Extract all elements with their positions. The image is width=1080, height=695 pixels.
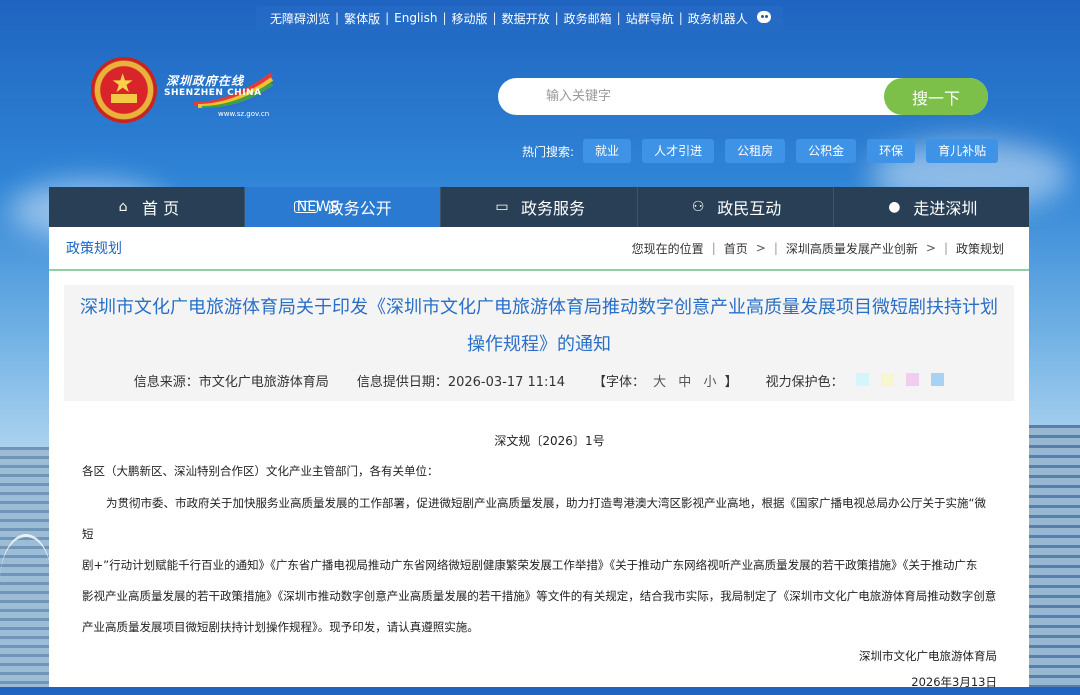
nav-label: 政民互动 bbox=[717, 199, 782, 218]
info-date: 信息提供日期：2026-03-17 11:14 bbox=[356, 375, 565, 390]
chat-icon: ● bbox=[888, 199, 901, 215]
eye-protect: 视力保护色： bbox=[766, 371, 945, 390]
monitor-icon: ▭ bbox=[495, 199, 509, 215]
font-medium[interactable]: 中 bbox=[678, 375, 691, 390]
brand-en: SHENZHEN CHINA bbox=[164, 88, 262, 98]
nav-label: 政务服务 bbox=[521, 199, 586, 218]
breadcrumb: 您现在的位置 | 首页 > | 深圳高质量发展产业创新 > | 政策规划 bbox=[631, 240, 1004, 257]
national-emblem-logo[interactable]: ★ bbox=[91, 57, 157, 127]
hot-tag[interactable]: 环保 bbox=[867, 139, 916, 163]
nav-gov-services[interactable]: ▭ 政务服务 bbox=[441, 187, 638, 227]
hot-tag[interactable]: 育儿补贴 bbox=[926, 139, 999, 163]
section-header: 政策规划 您现在的位置 | 首页 > | 深圳高质量发展产业创新 > | 政策规划 bbox=[49, 227, 1029, 271]
people-icon: ⚇ bbox=[691, 199, 705, 215]
nav-label: 首 页 bbox=[142, 199, 180, 218]
robot-icon[interactable] bbox=[755, 10, 773, 26]
site-logo[interactable]: 深圳政府在线 SHENZHEN CHINA www.sz.gov.cn bbox=[162, 66, 280, 122]
eye-color-swatch[interactable] bbox=[906, 373, 920, 386]
hot-tag[interactable]: 就业 bbox=[583, 139, 632, 163]
article-meta: 信息来源：市文化广电旅游体育局 信息提供日期：2026-03-17 11:14 … bbox=[64, 371, 1014, 390]
background-building bbox=[1028, 425, 1080, 687]
nav-about-shenzhen[interactable]: ● 走进深圳 bbox=[834, 187, 1029, 227]
background-bridge bbox=[0, 534, 52, 627]
body-line: 产业高质量发展项目微短剧扶持计划操作规程》。现予印发，请认真遵照实施。 bbox=[82, 620, 479, 634]
link-robot[interactable]: 政务机器人 bbox=[684, 10, 752, 27]
link-english[interactable]: English bbox=[390, 11, 441, 25]
addressee: 各区（大鹏新区、深汕特别合作区）文化产业主管部门，各有关单位： bbox=[82, 464, 439, 478]
link-mobile[interactable]: 移动版 bbox=[448, 10, 492, 27]
search-box: 搜一下 bbox=[498, 78, 988, 115]
top-links-bar: 无障碍浏览 | 繁体版 | English | 移动版 | 数据开放 | 政务邮箱 | 站群… bbox=[256, 6, 783, 30]
article-body: 深文规〔2026〕1号 各区（大鹏新区、深汕特别合作区）文化产业主管部门，各有关… bbox=[82, 432, 997, 695]
nav-gov-affairs-open[interactable]: NEWS 政务公开 bbox=[245, 187, 442, 227]
font-large[interactable]: 大 bbox=[653, 375, 666, 390]
body-line: 影视产业高质量发展的若干政策措施》《深圳市推动数字创意产业高质量发展的若干措施》… bbox=[82, 589, 997, 603]
breadcrumb-home[interactable]: 首页 bbox=[724, 240, 748, 257]
eye-color-swatch[interactable] bbox=[880, 373, 894, 386]
font-small[interactable]: 小 bbox=[703, 375, 716, 390]
section-title[interactable]: 政策规划 bbox=[66, 238, 122, 258]
article-title: 深圳市文化广电旅游体育局关于印发《深圳市文化广电旅游体育局推动数字创意产业高质量… bbox=[80, 297, 998, 355]
hot-search: 热门搜索: 就业 人才引进 公租房 公积金 环保 育儿补贴 bbox=[522, 139, 1009, 163]
hot-search-label: 热门搜索: bbox=[522, 144, 575, 159]
link-open-data[interactable]: 数据开放 bbox=[498, 10, 554, 27]
news-icon: NEWS bbox=[293, 200, 339, 214]
nav-home[interactable]: ⌂ 首 页 bbox=[49, 187, 246, 227]
breadcrumb-label: 您现在的位置 bbox=[631, 241, 704, 256]
eye-color-swatch[interactable] bbox=[855, 373, 869, 386]
info-source: 信息来源：市文化广电旅游体育局 bbox=[133, 375, 329, 390]
breadcrumb-innovation[interactable]: 深圳高质量发展产业创新 bbox=[786, 240, 918, 257]
hot-tag[interactable]: 公积金 bbox=[796, 139, 857, 163]
search-input[interactable] bbox=[498, 78, 878, 115]
link-gov-mail[interactable]: 政务邮箱 bbox=[560, 10, 616, 27]
content-panel: 政策规划 您现在的位置 | 首页 > | 深圳高质量发展产业创新 > | 政策规划 … bbox=[49, 227, 1029, 689]
hot-tag[interactable]: 公租房 bbox=[725, 139, 786, 163]
breadcrumb-policy[interactable]: 政策规划 bbox=[956, 240, 1004, 257]
home-icon: ⌂ bbox=[118, 199, 128, 215]
body-line: 剧+”行动计划赋能千行百业的通知》《广东省广播电视局推动广东省网络微短剧健康繁荣… bbox=[82, 558, 978, 572]
link-site-nav[interactable]: 站群导航 bbox=[622, 10, 678, 27]
brand-cn: 深圳政府在线 bbox=[166, 74, 245, 88]
nav-interaction[interactable]: ⚇ 政民互动 bbox=[638, 187, 834, 227]
font-size-control: 【字体： 大 中 小 】 bbox=[592, 375, 738, 390]
brand-url: www.sz.gov.cn bbox=[218, 110, 270, 118]
link-accessibility[interactable]: 无障碍浏览 bbox=[266, 10, 334, 27]
search-button[interactable]: 搜一下 bbox=[884, 78, 988, 115]
nav-label: 走进深圳 bbox=[913, 199, 978, 218]
link-traditional[interactable]: 繁体版 bbox=[340, 10, 384, 27]
hot-tag[interactable]: 人才引进 bbox=[642, 139, 715, 163]
main-nav: ⌂ 首 页 NEWS 政务公开 ▭ 政务服务 ⚇ 政民互动 ● 走进深圳 bbox=[49, 187, 1029, 227]
document-number: 深文规〔2026〕1号 bbox=[494, 434, 605, 448]
sign-date: 2026年3月13日 bbox=[911, 675, 997, 689]
eye-color-swatch[interactable] bbox=[931, 373, 945, 386]
signature: 深圳市文化广电旅游体育局 bbox=[859, 649, 997, 663]
article-header: 深圳市文化广电旅游体育局关于印发《深圳市文化广电旅游体育局推动数字创意产业高质量… bbox=[64, 285, 1014, 401]
body-paragraph: 为贯彻市委、市政府关于加快服务业高质量发展的工作部署，促进微短剧产业高质量发展，… bbox=[82, 496, 986, 541]
nav-label: 政务公开 bbox=[327, 199, 392, 218]
